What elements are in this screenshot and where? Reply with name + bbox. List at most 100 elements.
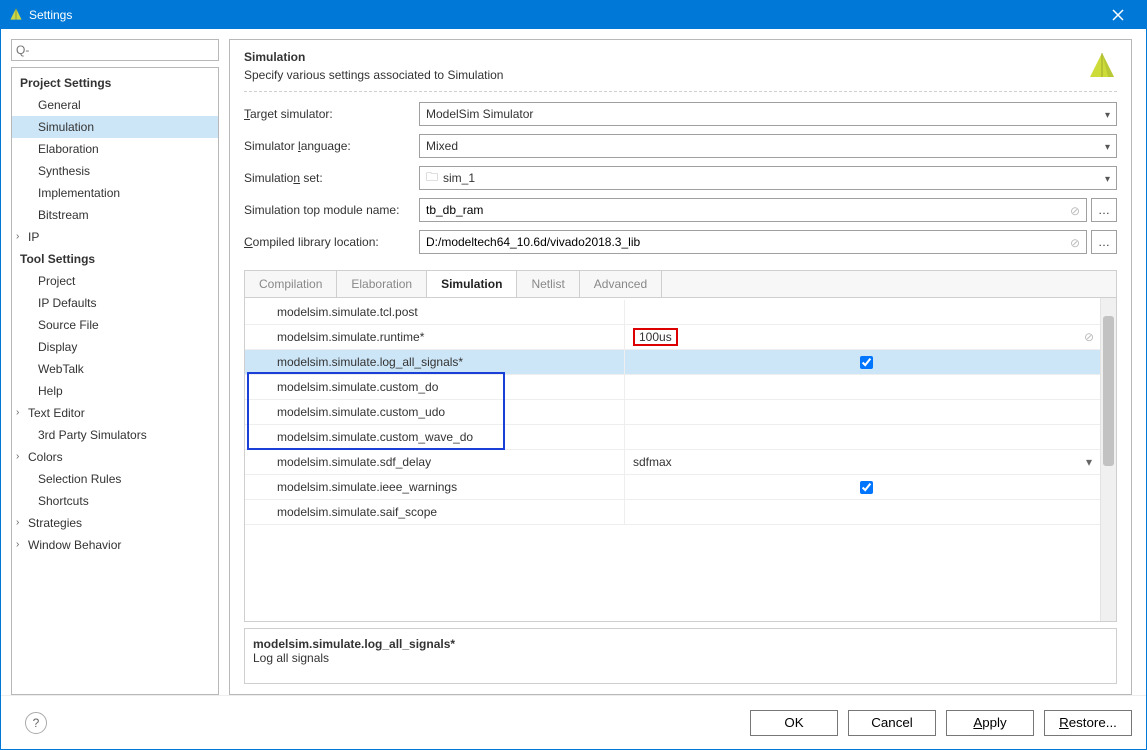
- grid-value[interactable]: [625, 475, 1100, 499]
- titlebar: Settings: [1, 1, 1146, 29]
- simulator-language-select[interactable]: Mixed ▾: [419, 134, 1117, 158]
- target-simulator-select[interactable]: ModelSim Simulator ▾: [419, 102, 1117, 126]
- property-grid: modelsim.simulate.tcl.postmodelsim.simul…: [245, 298, 1100, 621]
- grid-key: modelsim.simulate.saif_scope: [245, 500, 625, 524]
- grid-row[interactable]: modelsim.simulate.sdf_delaysdfmax▾: [245, 450, 1100, 475]
- grid-key: modelsim.simulate.custom_wave_do: [245, 425, 625, 449]
- chevron-right-icon: ›: [16, 539, 19, 550]
- search-input[interactable]: [11, 39, 219, 61]
- tree-item[interactable]: Selection Rules: [12, 468, 218, 490]
- grid-value[interactable]: [625, 425, 1100, 449]
- simulator-language-label: Simulator language:: [244, 139, 419, 153]
- clear-icon[interactable]: ⊘: [1070, 204, 1080, 218]
- top-module-label: Simulation top module name:: [244, 203, 419, 217]
- search-field[interactable]: [16, 43, 214, 57]
- grid-key: modelsim.simulate.custom_do: [245, 375, 625, 399]
- grid-value[interactable]: [625, 300, 1100, 324]
- close-icon[interactable]: [1098, 1, 1138, 29]
- tab-bar: CompilationElaborationSimulationNetlistA…: [244, 270, 1117, 297]
- property-description: modelsim.simulate.log_all_signals* Log a…: [244, 628, 1117, 684]
- window-title: Settings: [29, 8, 1098, 22]
- tree-item[interactable]: General: [12, 94, 218, 116]
- ok-button[interactable]: OK: [750, 710, 838, 736]
- chevron-right-icon: ›: [16, 407, 19, 418]
- clear-icon[interactable]: ⊘: [1070, 236, 1080, 250]
- tree-item[interactable]: ›Text Editor: [12, 402, 218, 424]
- chevron-down-icon: ▾: [1105, 110, 1110, 121]
- grid-value[interactable]: sdfmax▾: [625, 450, 1100, 474]
- grid-row[interactable]: modelsim.simulate.custom_do: [245, 375, 1100, 400]
- chevron-down-icon: ▾: [1086, 455, 1092, 469]
- page-description: Specify various settings associated to S…: [244, 68, 1087, 82]
- grid-row[interactable]: modelsim.simulate.ieee_warnings: [245, 475, 1100, 500]
- scrollbar[interactable]: [1100, 298, 1116, 621]
- chevron-down-icon: ▾: [1105, 142, 1110, 153]
- grid-key: modelsim.simulate.sdf_delay: [245, 450, 625, 474]
- clear-icon[interactable]: ⊘: [1084, 330, 1094, 344]
- tree-item[interactable]: Synthesis: [12, 160, 218, 182]
- grid-row[interactable]: modelsim.simulate.tcl.post: [245, 300, 1100, 325]
- target-simulator-label: Target simulator:: [244, 107, 419, 121]
- settings-tree: Project SettingsGeneralSimulationElabora…: [11, 67, 219, 695]
- grid-value[interactable]: [625, 500, 1100, 524]
- browse-button[interactable]: …: [1091, 230, 1117, 254]
- tree-item[interactable]: Simulation: [12, 116, 218, 138]
- help-button[interactable]: ?: [25, 712, 47, 734]
- top-module-input[interactable]: ⊘: [419, 198, 1087, 222]
- simulation-set-label: Simulation set:: [244, 171, 419, 185]
- tab-simulation[interactable]: Simulation: [427, 271, 517, 298]
- folder-icon: 🗀: [426, 168, 438, 189]
- tab-advanced[interactable]: Advanced: [580, 271, 662, 297]
- tree-section-header: Project Settings: [12, 72, 218, 94]
- grid-key: modelsim.simulate.log_all_signals*: [245, 350, 625, 374]
- grid-row[interactable]: modelsim.simulate.runtime* 100us ⊘: [245, 325, 1100, 350]
- grid-value[interactable]: [625, 375, 1100, 399]
- tree-item[interactable]: WebTalk: [12, 358, 218, 380]
- tree-section-header: Tool Settings: [12, 248, 218, 270]
- tab-netlist[interactable]: Netlist: [517, 271, 579, 297]
- tree-item[interactable]: ›Colors: [12, 446, 218, 468]
- tree-item[interactable]: ›IP: [12, 226, 218, 248]
- checkbox[interactable]: [860, 481, 873, 494]
- grid-key: modelsim.simulate.tcl.post: [245, 300, 625, 324]
- page-title: Simulation: [244, 50, 1087, 64]
- tab-compilation[interactable]: Compilation: [245, 271, 337, 297]
- cancel-button[interactable]: Cancel: [848, 710, 936, 736]
- checkbox[interactable]: [860, 356, 873, 369]
- tree-item[interactable]: Help: [12, 380, 218, 402]
- simulation-set-select[interactable]: 🗀 sim_1 ▾: [419, 166, 1117, 190]
- browse-button[interactable]: …: [1091, 198, 1117, 222]
- tree-item[interactable]: Elaboration: [12, 138, 218, 160]
- grid-row[interactable]: modelsim.simulate.saif_scope: [245, 500, 1100, 525]
- tree-item[interactable]: Implementation: [12, 182, 218, 204]
- tree-item[interactable]: Project: [12, 270, 218, 292]
- tab-elaboration[interactable]: Elaboration: [337, 271, 427, 297]
- chevron-down-icon: ▾: [1105, 174, 1110, 185]
- tree-item[interactable]: ›Strategies: [12, 512, 218, 534]
- grid-row[interactable]: modelsim.simulate.custom_udo: [245, 400, 1100, 425]
- tree-item[interactable]: Shortcuts: [12, 490, 218, 512]
- chevron-right-icon: ›: [16, 517, 19, 528]
- grid-value[interactable]: [625, 400, 1100, 424]
- tree-item[interactable]: IP Defaults: [12, 292, 218, 314]
- grid-key: modelsim.simulate.ieee_warnings: [245, 475, 625, 499]
- grid-value[interactable]: [625, 350, 1100, 374]
- restore-button[interactable]: Restore...: [1044, 710, 1132, 736]
- grid-key: modelsim.simulate.runtime*: [245, 325, 625, 349]
- highlighted-value: 100us: [633, 328, 678, 346]
- apply-button[interactable]: Apply: [946, 710, 1034, 736]
- tree-item[interactable]: Bitstream: [12, 204, 218, 226]
- lib-location-input[interactable]: ⊘: [419, 230, 1087, 254]
- grid-row[interactable]: modelsim.simulate.custom_wave_do: [245, 425, 1100, 450]
- grid-row[interactable]: modelsim.simulate.log_all_signals*: [245, 350, 1100, 375]
- chevron-right-icon: ›: [16, 451, 19, 462]
- lib-location-label: Compiled library location:: [244, 235, 419, 249]
- app-logo-icon: [9, 7, 23, 24]
- brand-icon: [1087, 50, 1117, 83]
- grid-key: modelsim.simulate.custom_udo: [245, 400, 625, 424]
- grid-value[interactable]: 100us ⊘: [625, 325, 1100, 349]
- tree-item[interactable]: Source File: [12, 314, 218, 336]
- tree-item[interactable]: Display: [12, 336, 218, 358]
- tree-item[interactable]: ›Window Behavior: [12, 534, 218, 556]
- tree-item[interactable]: 3rd Party Simulators: [12, 424, 218, 446]
